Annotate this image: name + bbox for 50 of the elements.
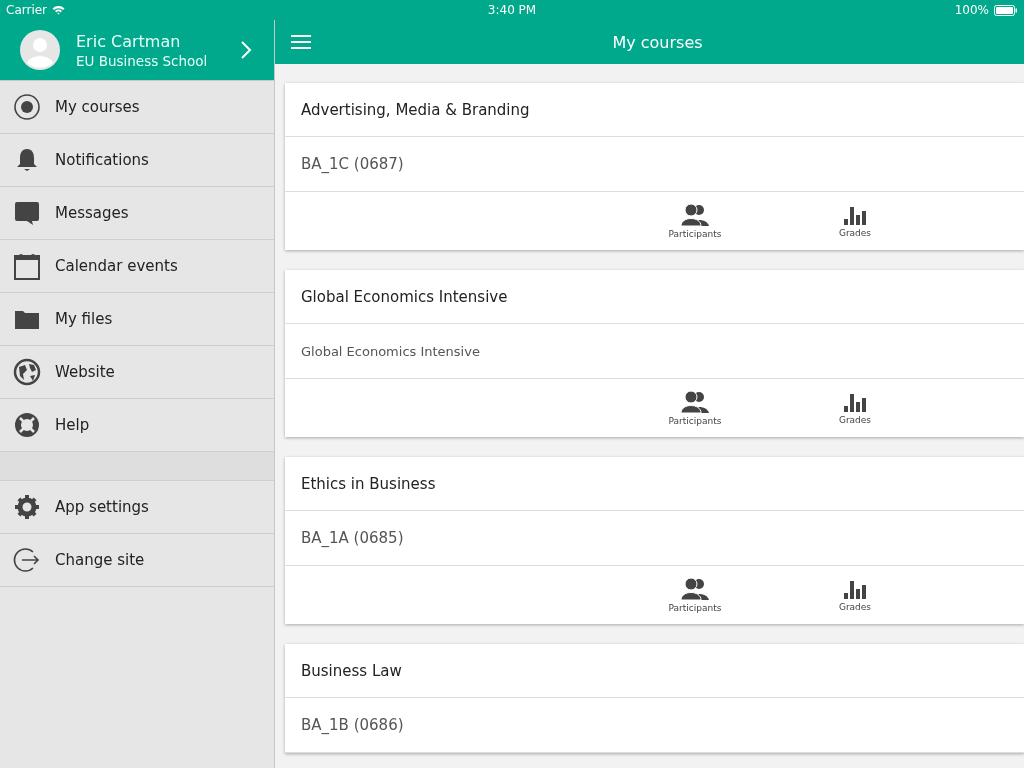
lifebuoy-icon [13,411,41,439]
course-code: BA_1A (0685) [285,511,1024,566]
battery-icon [994,4,1018,16]
participants-button[interactable]: Participants [665,203,725,239]
course-title: Global Economics Intensive [285,270,1024,324]
participants-button[interactable]: Participants [665,390,725,426]
course-card[interactable]: Global Economics Intensive Global Economics Intensive Participants Grades [285,270,1024,437]
course-code: Global Economics Intensive [285,324,1024,379]
menu-item[interactable]: Notifications [0,134,274,187]
chat-bubble-icon [13,199,41,227]
people-icon [681,390,709,413]
user-name: Eric Cartman [76,31,182,51]
course-code: BA_1C (0687) [285,137,1024,192]
menu-item[interactable]: My courses [0,81,274,134]
menu-icon[interactable] [291,35,311,49]
people-icon [681,577,709,600]
wifi-icon [52,5,66,15]
battery-percent: 100% [954,3,989,17]
menu-item[interactable]: My files [0,293,274,346]
course-card[interactable]: Business Law BA_1B (0686) [285,644,1024,753]
bar-chart-icon [844,578,866,599]
grades-button[interactable]: Grades [825,391,885,425]
course-title: Business Law [285,644,1024,698]
site-name: EU Business School [76,52,209,69]
avatar-icon [20,30,60,70]
course-card[interactable]: Advertising, Media & Branding BA_1C (0687) Participants Grades [285,83,1024,250]
menu-item[interactable]: Website [0,346,274,399]
menu-item[interactable]: App settings [0,481,274,534]
status-time: 3:40 PM [487,3,537,17]
participants-button[interactable]: Participants [665,577,725,613]
bar-chart-icon [844,391,866,412]
menu-item[interactable]: Calendar events [0,240,274,293]
grades-button[interactable]: Grades [825,578,885,612]
people-icon [681,203,709,226]
page-title: My courses [611,32,704,52]
menu-item[interactable]: Messages [0,187,274,240]
settings-icon [13,493,41,521]
chevron-right-icon [240,40,252,60]
course-title: Ethics in Business [285,457,1024,511]
exit-icon [13,546,41,574]
course-card[interactable]: Ethics in Business BA_1A (0685) Participants Grades [285,457,1024,624]
course-title: Advertising, Media & Branding [285,83,1024,137]
bar-chart-icon [844,204,866,225]
grades-button[interactable]: Grades [825,204,885,238]
globe-icon [13,358,41,386]
course-code: BA_1B (0686) [285,698,1024,753]
calendar-icon [13,252,41,280]
carrier-label: Carrier [6,3,48,17]
target-icon [13,93,41,121]
menu-item[interactable]: Change site [0,534,274,587]
